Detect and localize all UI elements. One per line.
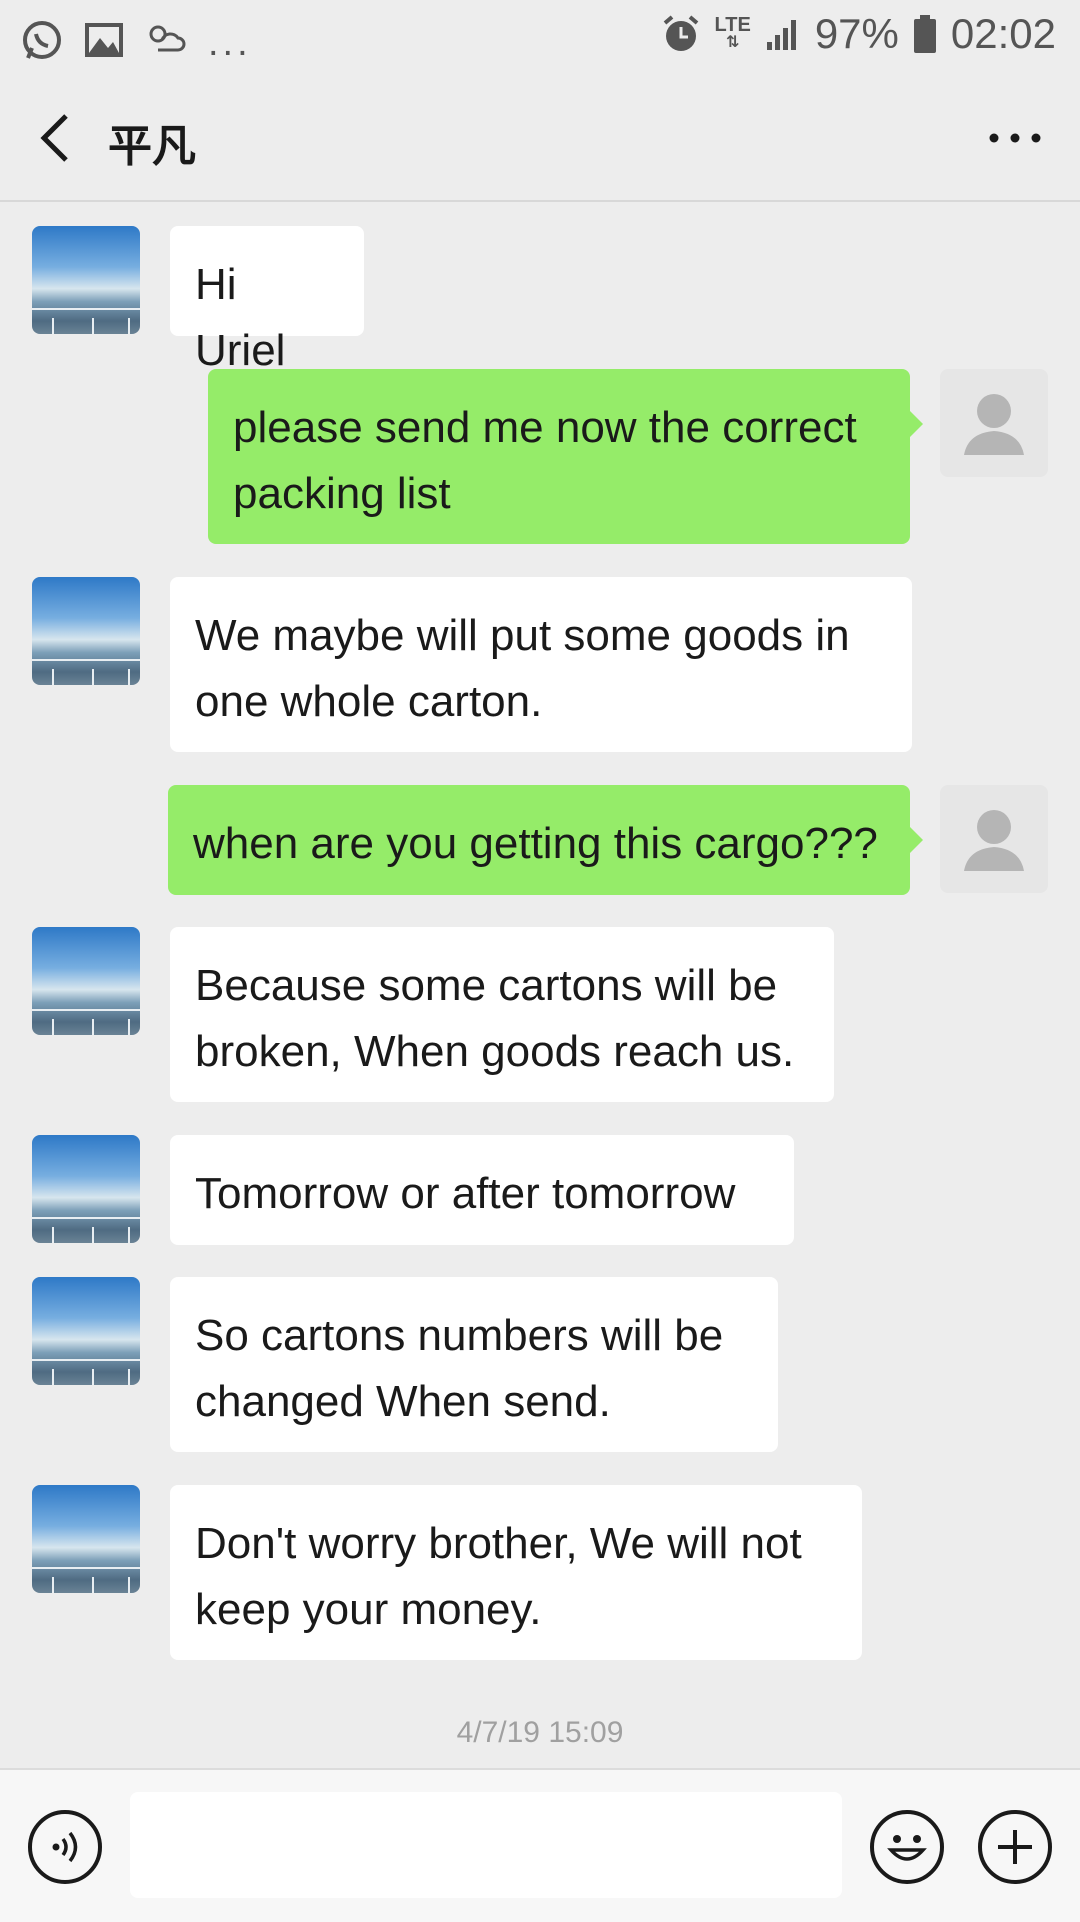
back-chevron-icon[interactable] (30, 106, 90, 170)
emoji-icon[interactable] (870, 1810, 944, 1884)
message-bubble[interactable]: Tomorrow or after tomorrow (170, 1135, 794, 1245)
status-left: ... (20, 14, 252, 65)
message-timestamp: 4/7/19 15:09 (456, 1716, 624, 1749)
message-bubble[interactable]: So cartons numbers will be changed When … (170, 1277, 778, 1452)
battery-percent: 97% (814, 10, 899, 57)
status-bar: ... LTE ⇅ 97% 02:02 (0, 0, 1080, 76)
plus-sign-icon (998, 1830, 1032, 1864)
user-avatar-icon[interactable] (940, 785, 1048, 893)
more-dots-icon[interactable] (980, 106, 1050, 170)
message-bubble[interactable]: please send me now the correct packing l… (208, 369, 923, 544)
alarm-icon (663, 15, 698, 51)
lte-indicator: LTE ⇅ (714, 14, 751, 51)
chat-header: 平凡 (0, 76, 1080, 202)
message-bubble[interactable]: Because some cartons will be broken, Whe… (170, 927, 834, 1102)
contact-avatar[interactable] (32, 577, 140, 685)
contact-avatar[interactable] (32, 927, 140, 1035)
clock: 02:02 (950, 10, 1056, 57)
status-more: ... (208, 22, 252, 64)
voice-icon[interactable] (28, 1810, 102, 1884)
chat-title: 平凡 (108, 122, 196, 171)
message-bubble[interactable]: Hi Uriel (170, 226, 364, 375)
battery-icon (913, 15, 936, 53)
user-avatar-icon[interactable] (940, 369, 1048, 477)
weather-icon (149, 25, 186, 51)
contact-avatar[interactable] (32, 1277, 140, 1385)
input-bar (0, 1768, 1080, 1922)
voice-waves-icon (52, 1831, 78, 1863)
plus-icon[interactable] (978, 1810, 1052, 1884)
message-input[interactable] (130, 1792, 842, 1898)
contact-avatar[interactable] (32, 1485, 140, 1593)
contact-avatar[interactable] (32, 1135, 140, 1243)
person-silhouette-icon (964, 810, 1024, 871)
whatsapp-icon (23, 20, 61, 59)
message-bubble[interactable]: when are you getting this cargo??? (168, 785, 923, 895)
signal-icon (766, 20, 796, 50)
contact-avatar[interactable] (32, 226, 140, 334)
message-bubble[interactable]: We maybe will put some goods in one whol… (170, 577, 912, 752)
person-silhouette-icon (964, 394, 1024, 455)
status-right: LTE ⇅ 97% 02:02 (661, 10, 1056, 58)
message-bubble[interactable]: Don't worry brother, We will not keep yo… (170, 1485, 862, 1660)
smiley-face-icon (887, 1835, 927, 1861)
gallery-icon (85, 22, 123, 57)
